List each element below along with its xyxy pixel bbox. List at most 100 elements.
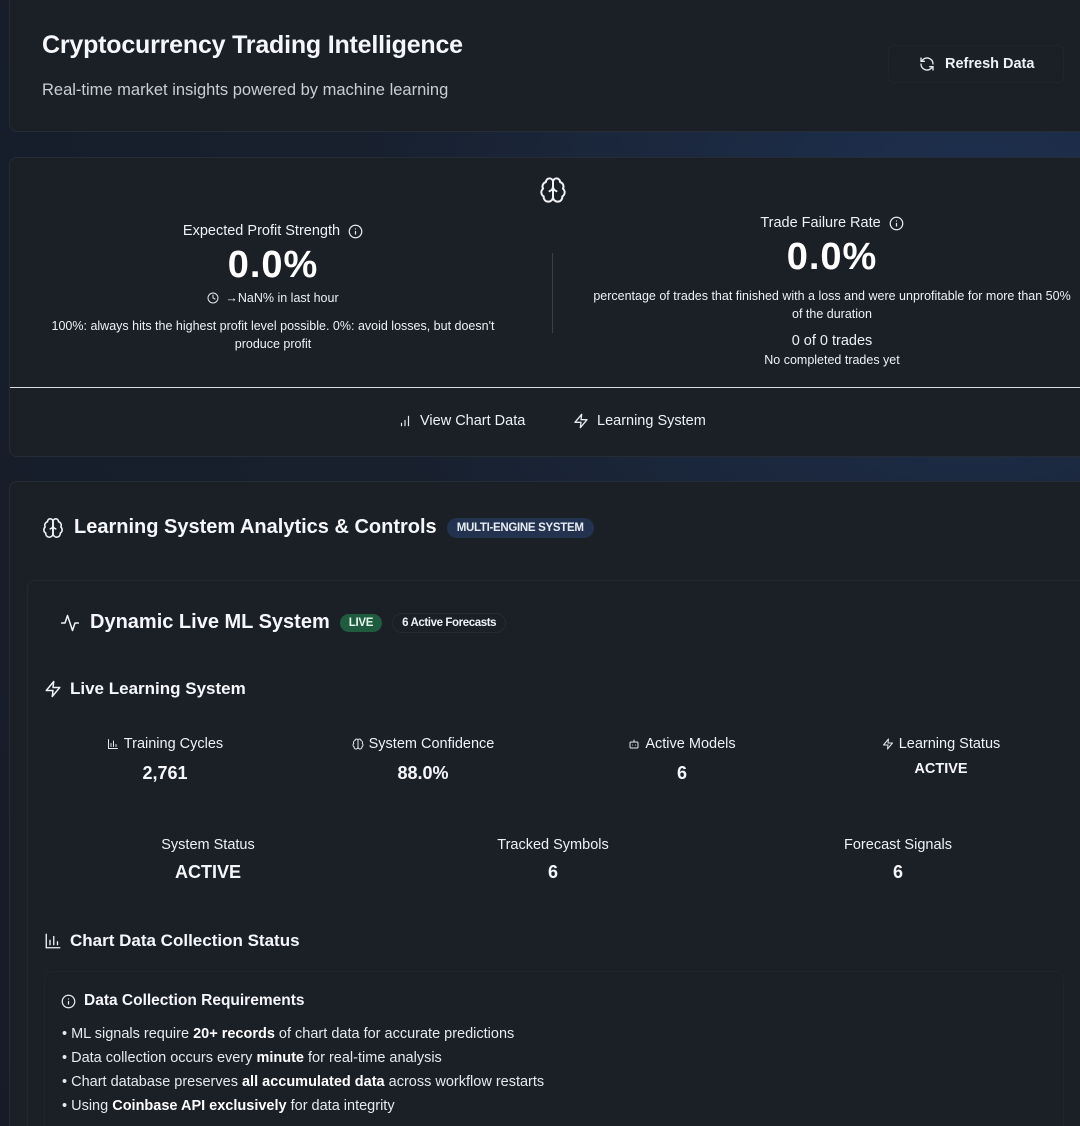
- live-badge: LIVE: [339, 613, 383, 632]
- info-icon[interactable]: [889, 216, 904, 231]
- stat-label-row: Active Models: [628, 736, 736, 752]
- failure-label-row: Trade Failure Rate: [760, 215, 904, 231]
- item-text: for real-time analysis: [304, 1050, 442, 1066]
- header-card: Cryptocurrency Trading Intelligence Real…: [9, 0, 1080, 132]
- stat-label-row: System Confidence: [352, 736, 495, 752]
- refresh-icon: [919, 56, 935, 72]
- stat-value: 6: [676, 763, 687, 783]
- ml-system-header: Dynamic Live ML System LIVE 6 Active For…: [60, 611, 507, 634]
- requirements-box: Data Collection Requirements • ML signal…: [44, 971, 1064, 1126]
- list-item: • Data collection occurs every minute fo…: [62, 1046, 544, 1070]
- profit-label: Expected Profit Strength: [182, 223, 341, 239]
- brain-icon: [352, 738, 364, 750]
- item-emphasis: minute: [256, 1050, 304, 1066]
- bar-chart-icon: [107, 738, 119, 750]
- analytics-card: Learning System Analytics & Controls MUL…: [9, 481, 1080, 1126]
- failure-label: Trade Failure Rate: [760, 215, 881, 231]
- bar-chart-icon: [398, 414, 412, 428]
- list-item: • Using Coinbase API exclusively for dat…: [62, 1094, 544, 1118]
- stat-forecast-signals: Forecast Signals 6: [778, 836, 1018, 883]
- requirements-header: Data Collection Requirements: [61, 992, 305, 1010]
- stat-label: System Status: [161, 837, 255, 853]
- brain-icon: [539, 176, 567, 204]
- live-learning-header: Live Learning System: [44, 679, 246, 699]
- bot-icon: [628, 738, 640, 750]
- view-chart-data-button[interactable]: View Chart Data: [398, 413, 525, 429]
- stat-value: 6: [892, 862, 903, 882]
- page-title: Cryptocurrency Trading Intelligence: [42, 31, 463, 59]
- expected-profit-section: Expected Profit Strength 0.0% →NaN% in l…: [30, 222, 516, 353]
- analytics-header: Learning System Analytics & Controls MUL…: [42, 516, 594, 539]
- bar-chart-icon: [44, 932, 62, 950]
- failure-value: 0.0%: [786, 236, 878, 278]
- chart-collection-title: Chart Data Collection Status: [70, 931, 300, 950]
- view-chart-data-label: View Chart Data: [420, 413, 526, 429]
- requirements-list: • ML signals require 20+ records of char…: [62, 1022, 544, 1118]
- item-emphasis: all accumulated data: [241, 1074, 385, 1090]
- profit-change: →NaN% in last hour: [207, 291, 339, 305]
- live-learning-title: Live Learning System: [70, 679, 246, 698]
- stat-label: Training Cycles: [123, 736, 224, 752]
- stat-system-status: System Status ACTIVE: [88, 836, 328, 883]
- activity-icon: [60, 613, 80, 633]
- item-text: of chart data for accurate predictions: [274, 1026, 515, 1042]
- item-emphasis: 20+ records: [193, 1026, 275, 1042]
- learning-system-label: Learning System: [597, 413, 706, 429]
- item-text: • Using: [62, 1098, 113, 1114]
- item-text: for data integrity: [286, 1098, 395, 1114]
- vertical-divider: [552, 253, 553, 333]
- profit-description: 100%: always hits the highest profit lev…: [51, 319, 495, 351]
- refresh-data-button[interactable]: Refresh Data: [888, 45, 1064, 83]
- stat-value: ACTIVE: [914, 761, 968, 777]
- stat-value: 2,761: [142, 763, 188, 783]
- stat-tracked-symbols: Tracked Symbols 6: [433, 836, 673, 883]
- failure-count: 0 of 0 trades: [791, 333, 873, 349]
- stat-value: ACTIVE: [174, 862, 241, 882]
- stat-value: 88.0%: [397, 763, 449, 783]
- chart-collection-header: Chart Data Collection Status: [44, 931, 300, 951]
- clock-icon: [207, 292, 219, 304]
- requirements-title: Data Collection Requirements: [84, 992, 305, 1009]
- stat-label-row: Learning Status: [882, 736, 1001, 752]
- stat-label: Active Models: [645, 736, 736, 752]
- list-item: • Chart database preserves all accumulat…: [62, 1070, 544, 1094]
- ml-system-title: Dynamic Live ML System: [90, 611, 330, 633]
- page-subtitle: Real-time market insights powered by mac…: [42, 81, 449, 99]
- refresh-data-label: Refresh Data: [945, 56, 1035, 72]
- ml-system-panel: Dynamic Live ML System LIVE 6 Active For…: [27, 580, 1080, 1126]
- item-emphasis: Coinbase API exclusively: [112, 1098, 287, 1114]
- item-text: • Data collection occurs every: [62, 1050, 257, 1066]
- stat-label-row: Training Cycles: [107, 736, 223, 752]
- active-forecasts-badge: 6 Active Forecasts: [392, 612, 507, 633]
- info-icon: [61, 994, 76, 1009]
- stat-system-confidence: System Confidence 88.0%: [303, 736, 543, 784]
- item-text: • Chart database preserves: [62, 1074, 242, 1090]
- list-item: • ML signals require 20+ records of char…: [62, 1022, 544, 1046]
- stat-label: Tracked Symbols: [497, 837, 609, 853]
- stat-value: 6: [547, 862, 558, 882]
- failure-note: No completed trades yet: [764, 353, 900, 367]
- horizontal-divider: [10, 387, 1080, 388]
- analytics-title: Learning System Analytics & Controls: [74, 516, 437, 538]
- zap-icon: [44, 680, 62, 698]
- stat-active-models: Active Models 6: [562, 736, 802, 784]
- failure-description: percentage of trades that finished with …: [593, 289, 1071, 321]
- trade-failure-section: Trade Failure Rate 0.0% percentage of tr…: [590, 214, 1074, 367]
- learning-system-button[interactable]: Learning System: [573, 413, 706, 429]
- stat-label: System Confidence: [368, 736, 495, 752]
- zap-icon: [882, 738, 894, 750]
- stat-learning-status: Learning Status ACTIVE: [821, 736, 1061, 777]
- profit-value: 0.0%: [227, 244, 319, 286]
- stat-label: Learning Status: [898, 736, 1001, 752]
- stat-label: Forecast Signals: [844, 837, 952, 853]
- metrics-card: Expected Profit Strength 0.0% →NaN% in l…: [9, 157, 1080, 457]
- multi-engine-badge: MULTI-ENGINE SYSTEM: [446, 517, 594, 538]
- item-text: • ML signals require: [62, 1026, 194, 1042]
- brain-icon: [42, 517, 64, 539]
- profit-change-text: →NaN% in last hour: [225, 291, 339, 305]
- item-text: across workflow restarts: [384, 1074, 545, 1090]
- zap-icon: [573, 413, 589, 429]
- info-icon[interactable]: [348, 224, 363, 239]
- stat-training-cycles: Training Cycles 2,761: [45, 736, 285, 784]
- profit-label-row: Expected Profit Strength: [183, 223, 363, 239]
